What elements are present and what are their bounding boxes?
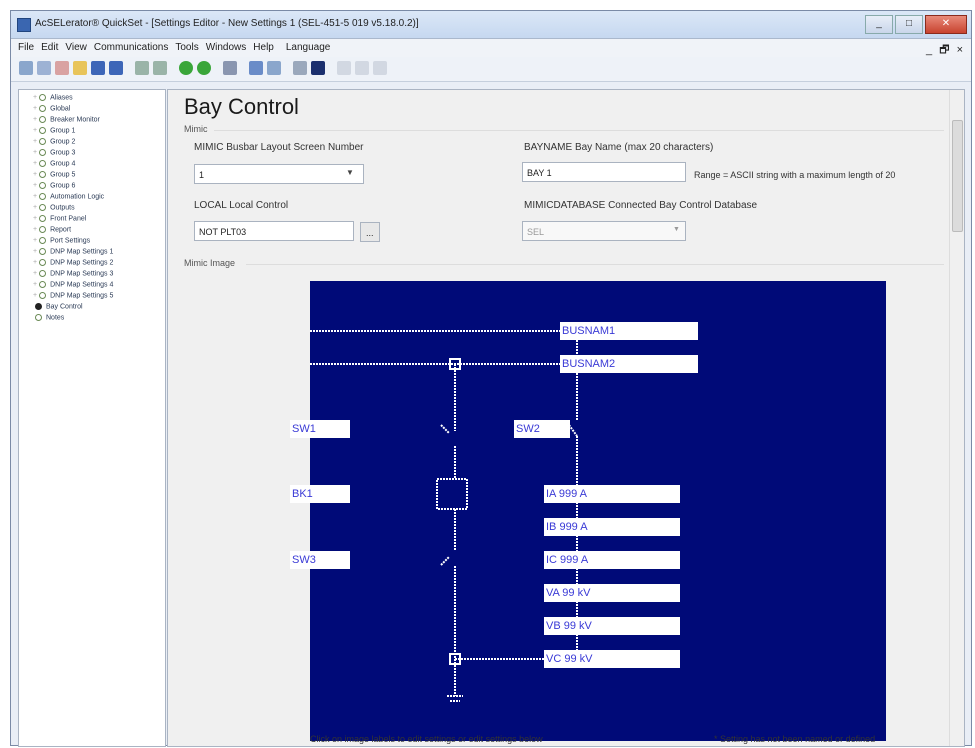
mimic-screen-label: MIMIC Busbar Layout Screen Number — [194, 142, 364, 153]
tree-item-dnp-map-settings-1[interactable]: + DNP Map Settings 1 — [33, 248, 113, 259]
mimic-image: BUSNAM1 BUSNAM2 SW1 SW2 BK1 SW3 IA 999 A… — [290, 281, 886, 741]
menu-help[interactable]: Help — [253, 39, 274, 57]
mimic-label-bk1[interactable]: BK1 — [290, 485, 350, 503]
menu-edit[interactable]: Edit — [41, 39, 58, 57]
app-window: AcSELerator® QuickSet - [Settings Editor… — [10, 10, 972, 747]
disconnect-icon[interactable] — [197, 61, 211, 75]
minimize-button[interactable]: _ — [865, 15, 893, 34]
settings-tree: + Aliases + Global + Breaker Monitor + Group… — [18, 89, 166, 747]
view-icon[interactable] — [311, 61, 325, 75]
mimic-database-select[interactable]: SEL — [522, 221, 686, 241]
tree-item-port-settings[interactable]: + Port Settings — [33, 237, 90, 248]
tree-item-automation-logic[interactable]: + Automation Logic — [33, 193, 104, 204]
chevron-down-icon[interactable]: ▼ — [673, 226, 680, 233]
chevron-down-icon[interactable]: ▼ — [346, 168, 354, 177]
connect-icon[interactable] — [179, 61, 193, 75]
app-icon — [17, 18, 31, 32]
mimic-label-busnam2[interactable]: BUSNAM2 — [560, 355, 698, 373]
tree-item-breaker-monitor[interactable]: + Breaker Monitor — [33, 116, 100, 127]
tree-item-dnp-map-settings-5[interactable]: + DNP Map Settings 5 — [33, 292, 113, 303]
tree-item-group-5[interactable]: + Group 5 — [33, 171, 75, 182]
tree-item-report[interactable]: + Report — [33, 226, 71, 237]
tree-item-group-1[interactable]: + Group 1 — [33, 127, 75, 138]
new-icon[interactable] — [55, 61, 69, 75]
title-bar[interactable]: AcSELerator® QuickSet - [Settings Editor… — [11, 11, 971, 39]
mimic-one-line-diagram — [310, 330, 578, 702]
mimic-footer-instructions: Click on image labels to edit settings o… — [310, 734, 543, 744]
menu-bar: File Edit View Communications Tools Windows He… — [11, 39, 971, 57]
menu-file[interactable]: File — [18, 39, 34, 57]
window-title: AcSELerator® QuickSet - [Settings Editor… — [35, 18, 419, 29]
tree-item-group-6[interactable]: + Group 6 — [33, 182, 75, 193]
export-icon[interactable] — [153, 61, 167, 75]
mimic-label-busnam1[interactable]: BUSNAM1 — [560, 322, 698, 340]
read-icon[interactable] — [223, 61, 237, 75]
bay-name-range-text: Range = ASCII string with a maximum leng… — [694, 170, 896, 180]
tree-item-group-4[interactable]: + Group 4 — [33, 160, 75, 171]
mimic-label-ia[interactable]: IA 999 A — [544, 485, 680, 503]
bay-name-label: BAYNAME Bay Name (max 20 characters) — [524, 142, 714, 153]
sw3-blade — [440, 556, 450, 566]
toolbar — [11, 57, 971, 82]
print-icon[interactable] — [293, 61, 307, 75]
tree-item-outputs[interactable]: + Outputs — [33, 204, 75, 215]
open-icon[interactable] — [73, 61, 87, 75]
section-mimic-divider — [214, 130, 944, 131]
save-icon[interactable] — [91, 61, 105, 75]
editor-scrollbar[interactable] — [949, 90, 964, 746]
save-all-icon[interactable] — [109, 61, 123, 75]
mimic-label-sw2[interactable]: SW2 — [514, 420, 570, 438]
copy-icon[interactable] — [19, 61, 33, 75]
expand-icon[interactable] — [355, 61, 369, 75]
mimic-label-ic[interactable]: IC 999 A — [544, 551, 680, 569]
local-control-browse-button[interactable]: ... — [360, 222, 380, 242]
mimic-database-label: MIMICDATABASE Connected Bay Control Data… — [524, 200, 758, 211]
maximize-button[interactable]: □ — [895, 15, 923, 34]
menu-view[interactable]: View — [65, 39, 87, 57]
mimic-footer-note: * Setting has not been named or defined — [714, 734, 876, 744]
tree-item-bay-control[interactable]: Bay Control — [33, 303, 83, 314]
section-mimic-image-divider — [246, 264, 944, 265]
breaker-bk1 — [436, 478, 468, 510]
tree-item-dnp-map-settings-4[interactable]: + DNP Map Settings 4 — [33, 281, 113, 292]
sw2-blade — [568, 424, 578, 437]
find-icon[interactable] — [337, 61, 351, 75]
scrollbar-thumb[interactable] — [952, 120, 963, 232]
collapse-icon[interactable] — [373, 61, 387, 75]
tree-item-front-panel[interactable]: + Front Panel — [33, 215, 86, 226]
menu-language[interactable]: Language — [286, 39, 331, 57]
tree-item-notes[interactable]: Notes — [33, 314, 64, 325]
compare-icon[interactable] — [267, 61, 281, 75]
mimic-screen-select[interactable]: 1 — [194, 164, 364, 184]
tree-item-dnp-map-settings-2[interactable]: + DNP Map Settings 2 — [33, 259, 113, 270]
tree-item-global[interactable]: + Global — [33, 105, 70, 116]
section-mimic-image-label: Mimic Image — [184, 258, 236, 268]
sw1-blade — [440, 424, 450, 434]
mimic-label-va[interactable]: VA 99 kV — [544, 584, 680, 602]
local-control-field[interactable]: NOT PLT03 — [194, 221, 354, 241]
bay-name-field[interactable]: BAY 1 — [522, 162, 686, 182]
tree-item-group-2[interactable]: + Group 2 — [33, 138, 75, 149]
section-mimic-label: Mimic — [184, 124, 208, 134]
mimic-label-vc[interactable]: VC 99 kV — [544, 650, 680, 668]
send-icon[interactable] — [249, 61, 263, 75]
tree-item-dnp-map-settings-3[interactable]: + DNP Map Settings 3 — [33, 270, 113, 281]
local-control-label: LOCAL Local Control — [194, 200, 289, 211]
paste-icon[interactable] — [37, 61, 51, 75]
tree-item-aliases[interactable]: + Aliases — [33, 94, 73, 105]
window-controls: _ □ ✕ — [863, 15, 967, 34]
tree-item-group-3[interactable]: + Group 3 — [33, 149, 75, 160]
settings-editor-panel: Bay Control Mimic MIMIC Busbar Layout Sc… — [167, 89, 965, 747]
page-title: Bay Control — [184, 94, 299, 119]
menu-communications[interactable]: Communications — [94, 39, 168, 57]
mimic-label-sw3[interactable]: SW3 — [290, 551, 350, 569]
import-icon[interactable] — [135, 61, 149, 75]
menu-windows[interactable]: Windows — [206, 39, 247, 57]
mimic-label-vb[interactable]: VB 99 kV — [544, 617, 680, 635]
mimic-label-ib[interactable]: IB 999 A — [544, 518, 680, 536]
close-button[interactable]: ✕ — [925, 15, 967, 34]
mimic-label-sw1[interactable]: SW1 — [290, 420, 350, 438]
menu-tools[interactable]: Tools — [175, 39, 198, 57]
